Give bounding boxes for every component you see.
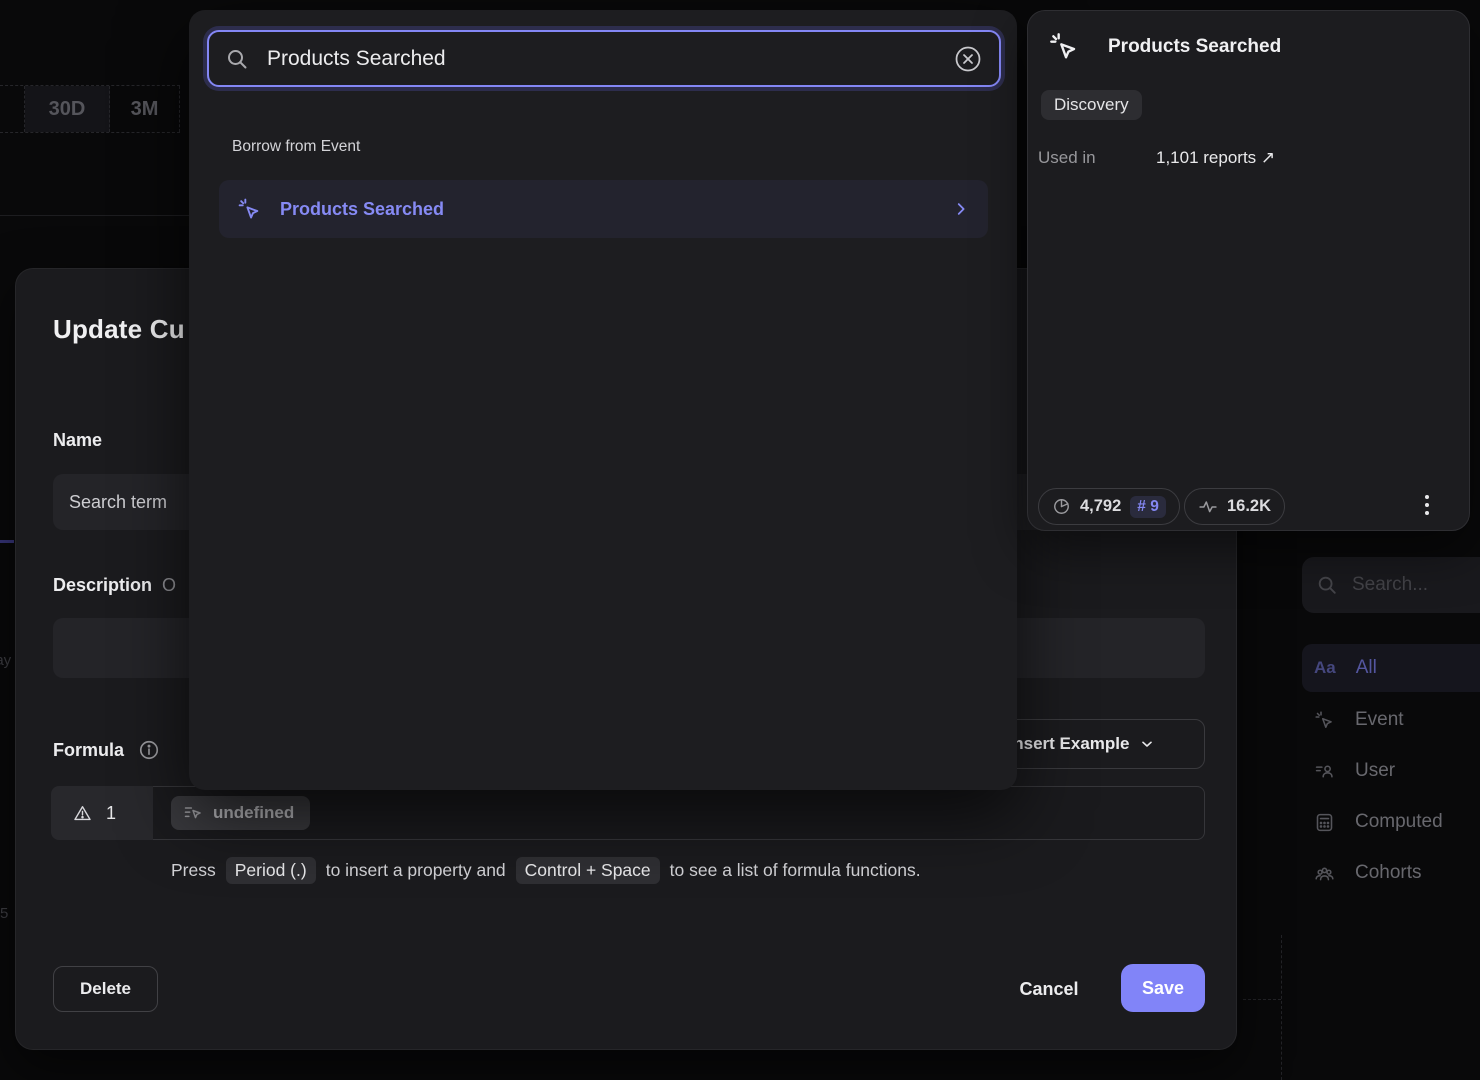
backdrop-text-fragment: 5 (0, 905, 8, 922)
formula-property-chip[interactable]: undefined (171, 796, 310, 830)
event-icon (237, 197, 262, 222)
search-result-label: Products Searched (280, 199, 934, 220)
sidebar-search-placeholder: Search... (1352, 574, 1428, 596)
control-space-key-chip: Control + Space (516, 857, 660, 884)
sidebar-item-event[interactable]: Event (1302, 698, 1480, 742)
property-search-field[interactable] (207, 30, 1001, 87)
badge-label: Discovery (1041, 90, 1142, 120)
time-range-7d[interactable]: D (0, 86, 25, 132)
card-header: Products Searched (1048, 31, 1281, 63)
sidebar-item-label: Cohorts (1355, 862, 1422, 884)
event-icon (1314, 710, 1335, 731)
sidebar-search-input[interactable]: Search... (1302, 557, 1480, 613)
computed-icon (1314, 812, 1335, 833)
backdrop-panel-edge (1243, 999, 1281, 1000)
time-range-label: 3M (131, 98, 159, 121)
delete-button-label: Delete (80, 979, 131, 999)
formula-label: Formula (53, 740, 124, 761)
backdrop-divider (0, 215, 189, 216)
search-icon (1316, 574, 1338, 596)
chevron-right-icon (952, 200, 970, 218)
info-icon[interactable] (138, 739, 160, 761)
search-icon (225, 47, 249, 71)
formula-line-gutter: 1 (51, 786, 153, 840)
description-label-row: Description O (53, 575, 176, 596)
time-range-control: D 30D 3M (0, 85, 180, 133)
volume-stat-pill[interactable]: 4,792 # 9 (1038, 488, 1180, 525)
backdrop-panel-edge (1281, 935, 1282, 1080)
backdrop-chart-line-fragment (0, 540, 14, 543)
event-details-card: Products Searched Discovery Used in 1,10… (1027, 10, 1470, 531)
warning-icon (73, 804, 92, 823)
pie-chart-icon (1052, 497, 1071, 516)
sidebar-item-user[interactable]: User (1302, 749, 1480, 793)
sidebar-item-computed[interactable]: Computed (1302, 800, 1480, 844)
stat-value: 4,792 (1080, 497, 1121, 516)
activity-pulse-icon (1198, 497, 1218, 517)
cancel-button[interactable]: Cancel (1006, 969, 1092, 1009)
time-range-label: 30D (49, 98, 86, 121)
formula-label-row: Formula (53, 739, 160, 761)
formula-editor[interactable]: undefined (153, 786, 1205, 840)
helper-text: to insert a property and (326, 860, 506, 881)
search-result-products-searched[interactable]: Products Searched (219, 180, 988, 238)
borrow-from-event-label: Borrow from Event (232, 138, 360, 156)
activity-stat-pill[interactable]: 16.2K (1184, 488, 1285, 525)
formula-chip-label: undefined (213, 803, 294, 823)
name-label: Name (53, 430, 102, 451)
sidebar-item-all[interactable]: Aa All (1302, 644, 1480, 692)
stat-value: 16.2K (1227, 497, 1271, 516)
name-field-value: Search term (69, 492, 167, 513)
used-in-label: Used in (1038, 148, 1156, 168)
line-number: 1 (106, 803, 116, 824)
save-button-label: Save (1142, 978, 1184, 999)
rank-badge: # 9 (1130, 496, 1166, 518)
property-search-overlay: Borrow from Event Products Searched (189, 10, 1017, 790)
user-icon (1314, 761, 1335, 782)
external-link-arrow-icon: ↗ (1261, 148, 1275, 167)
used-in-link[interactable]: 1,101 reports ↗ (1156, 148, 1275, 168)
sidebar-item-label: Computed (1355, 811, 1443, 833)
sidebar-item-cohorts[interactable]: Cohorts (1302, 851, 1480, 895)
sidebar-item-label: User (1355, 760, 1395, 782)
cohorts-icon (1314, 863, 1335, 884)
cancel-button-label: Cancel (1019, 979, 1078, 1000)
screen: lay 5 D 30D 3M Search... Aa All (0, 0, 1480, 1080)
chevron-down-icon (1139, 736, 1155, 752)
event-icon (1048, 31, 1080, 63)
clear-search-icon[interactable] (953, 44, 983, 74)
formula-helper-text: Press Period (.) to insert a property an… (171, 857, 921, 884)
text-format-icon: Aa (1314, 658, 1336, 678)
category-badge: Discovery (1041, 90, 1142, 120)
search-input[interactable] (265, 46, 937, 72)
used-in-value: 1,101 reports (1156, 148, 1256, 167)
save-button[interactable]: Save (1121, 964, 1205, 1012)
description-optional-label: O (162, 575, 176, 596)
sidebar-item-label: All (1356, 657, 1377, 679)
time-range-30d[interactable]: 30D (25, 86, 110, 132)
helper-text: to see a list of formula functions. (670, 860, 921, 881)
description-label: Description (53, 575, 152, 596)
insert-example-label: Insert Example (1009, 734, 1130, 754)
card-title: Products Searched (1108, 36, 1281, 58)
delete-button[interactable]: Delete (53, 966, 158, 1012)
modal-title: Update Cu (53, 314, 185, 345)
period-key-chip: Period (.) (226, 857, 316, 884)
more-options-icon[interactable] (1421, 491, 1433, 519)
backdrop-text-fragment: lay (0, 652, 11, 669)
time-range-3m[interactable]: 3M (110, 86, 180, 132)
sidebar-item-label: Event (1355, 709, 1404, 731)
used-in-row: Used in 1,101 reports ↗ (1038, 148, 1275, 168)
event-property-icon (183, 803, 203, 823)
helper-text: Press (171, 860, 216, 881)
